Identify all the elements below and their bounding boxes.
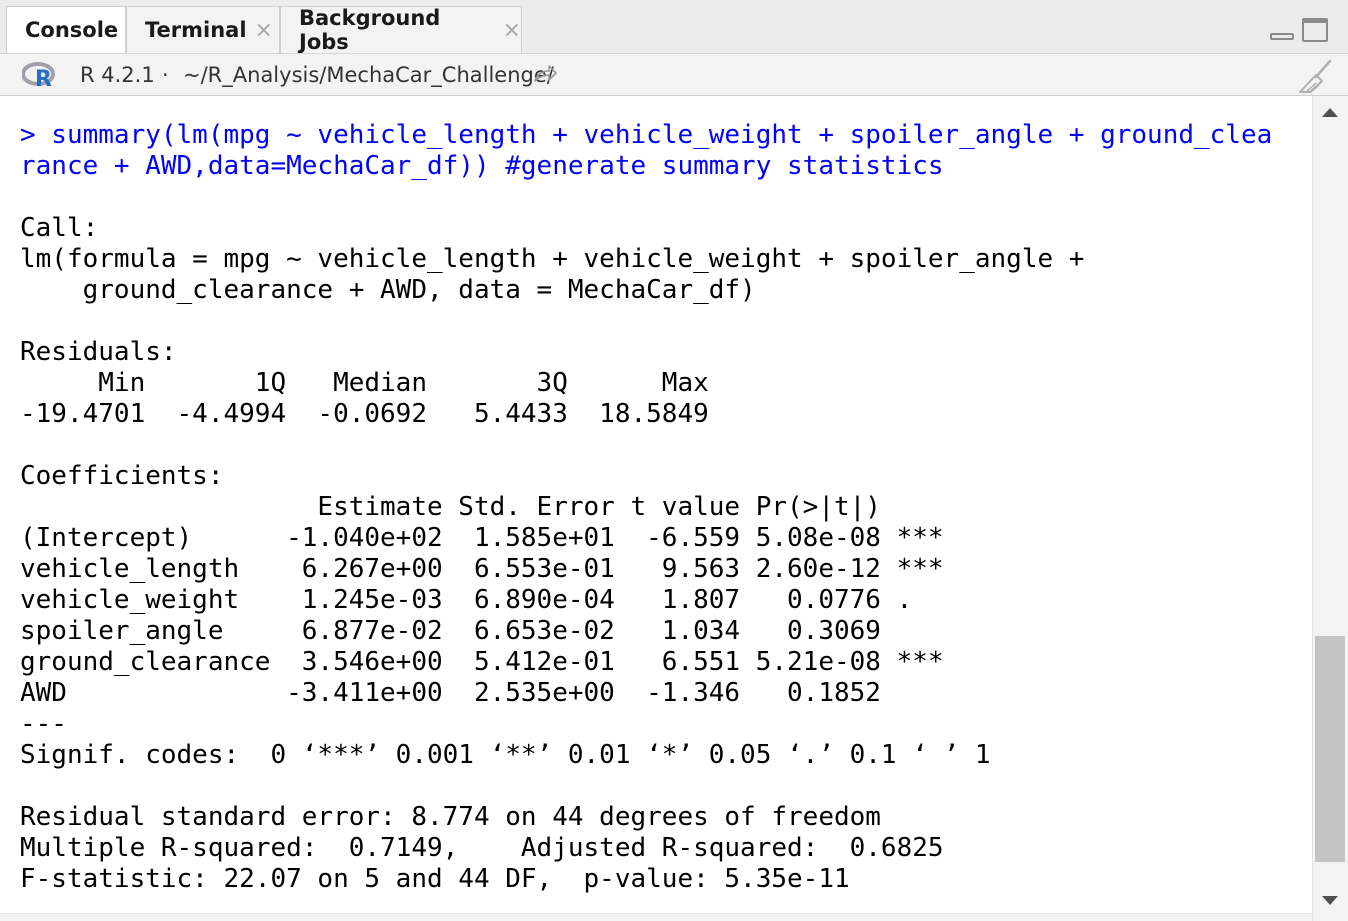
tab-bar: Console Terminal × Background Jobs × (0, 0, 1348, 54)
tab-background-jobs[interactable]: Background Jobs × (280, 6, 522, 54)
tab-background-jobs-label: Background Jobs (299, 6, 441, 54)
r-logo-icon: R (22, 62, 55, 88)
pane-controls (1270, 18, 1328, 42)
vertical-scrollbar[interactable] (1312, 96, 1348, 921)
close-icon[interactable]: × (503, 18, 521, 43)
arrow-right-icon[interactable] (532, 63, 558, 85)
console-command: > summary(lm(mpg ~ vehicle_length + vehi… (20, 120, 1273, 181)
console-output-text: Call: lm(formula = mpg ~ vehicle_length … (20, 213, 1085, 894)
minimize-icon[interactable] (1270, 20, 1296, 42)
svg-text:R: R (35, 67, 52, 88)
console-path-bar: R R 4.2.1 · ~/R_Analysis/MechaCar_Challe… (0, 53, 1348, 96)
r-version-label: R 4.2.1 (80, 63, 155, 87)
console-output-area[interactable]: > summary(lm(mpg ~ vehicle_length + vehi… (0, 96, 1312, 921)
scroll-thumb[interactable] (1315, 636, 1345, 862)
broom-icon[interactable] (1296, 59, 1336, 93)
maximize-icon[interactable] (1302, 18, 1328, 42)
console-bottom-edge (0, 913, 1312, 921)
tab-console[interactable]: Console (6, 6, 126, 53)
scroll-up-icon[interactable] (1322, 108, 1338, 117)
console-output: > summary(lm(mpg ~ vehicle_length + vehi… (20, 120, 1272, 895)
scroll-down-icon[interactable] (1322, 896, 1338, 905)
close-icon[interactable]: × (255, 18, 273, 43)
path-separator: · (162, 63, 169, 87)
tab-terminal[interactable]: Terminal × (126, 6, 280, 53)
tab-terminal-label: Terminal (145, 18, 247, 42)
working-directory-path: ~/R_Analysis/MechaCar_Challenge/ (183, 63, 554, 87)
tab-console-label: Console (25, 18, 119, 42)
